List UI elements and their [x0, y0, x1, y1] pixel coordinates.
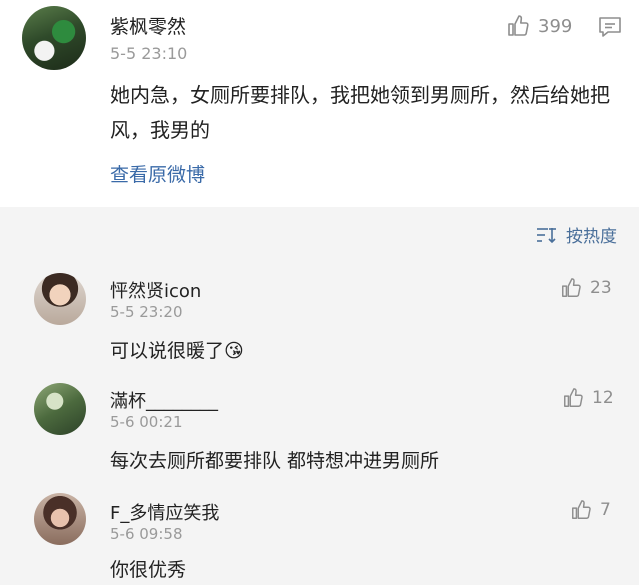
comments-section: 按热度 怦然贤icon 5-5 23:20 23 可以说很暖了😘 滿杯_____… — [0, 207, 639, 585]
comment-icon — [599, 17, 621, 37]
reply-like-count: 12 — [592, 388, 614, 408]
reply-like-button[interactable]: 7 — [570, 499, 611, 521]
thumbs-up-icon — [564, 388, 583, 407]
post-body: 她内急，女厕所要排队，我把她领到男厕所，然后给她把风，我男的 — [110, 83, 610, 142]
reply-text: 你很优秀 — [110, 559, 187, 581]
reply-like-button[interactable]: 23 — [560, 277, 612, 299]
reply-time: 5-6 09:58 — [110, 525, 183, 543]
thumbs-up-icon — [508, 15, 529, 36]
thumbs-up-icon — [572, 500, 591, 519]
avatar[interactable] — [34, 383, 86, 435]
post-author[interactable]: 紫枫零然 — [110, 12, 186, 39]
post-time: 5-5 23:10 — [110, 44, 188, 63]
reply-text: 可以说很暖了😘 — [110, 340, 244, 362]
reply-author[interactable]: F_多情应笑我 — [110, 499, 219, 525]
reply-author[interactable]: 滿杯________ — [110, 387, 218, 413]
sort-label: 按热度 — [566, 227, 617, 247]
reply-like-button[interactable]: 12 — [562, 387, 614, 409]
reply-like-count: 7 — [600, 500, 611, 520]
post-like-button[interactable]: 399 — [506, 14, 572, 38]
view-original-link[interactable]: 查看原微博 — [110, 160, 205, 187]
avatar[interactable] — [34, 493, 86, 545]
reply-author[interactable]: 怦然贤icon — [110, 277, 201, 303]
reply-like-count: 23 — [590, 278, 612, 298]
list-item: 怦然贤icon 5-5 23:20 23 可以说很暖了😘 — [0, 265, 639, 375]
post-like-count: 399 — [538, 15, 573, 37]
sort-button[interactable]: 按热度 — [536, 222, 617, 247]
original-post: 紫枫零然 5-5 23:10 399 她内急，女厕所要排队，我把她领到男厕所，然… — [0, 0, 639, 207]
reply-time: 5-5 23:20 — [110, 303, 183, 321]
reply-text: 每次去厕所都要排队 都特想冲进男厕所 — [110, 450, 440, 472]
list-item: F_多情应笑我 5-6 09:58 7 你很优秀 — [0, 485, 639, 585]
sort-icon — [537, 227, 556, 243]
reply-author-text: 滿杯________ — [110, 391, 218, 412]
reply-time: 5-6 00:21 — [110, 413, 183, 431]
avatar[interactable] — [22, 6, 86, 70]
avatar[interactable] — [34, 273, 86, 325]
list-item: 滿杯________ 5-6 00:21 12 每次去厕所都要排队 都特想冲进男… — [0, 375, 639, 485]
comment-button[interactable] — [598, 16, 622, 42]
thumbs-up-icon — [562, 278, 581, 297]
